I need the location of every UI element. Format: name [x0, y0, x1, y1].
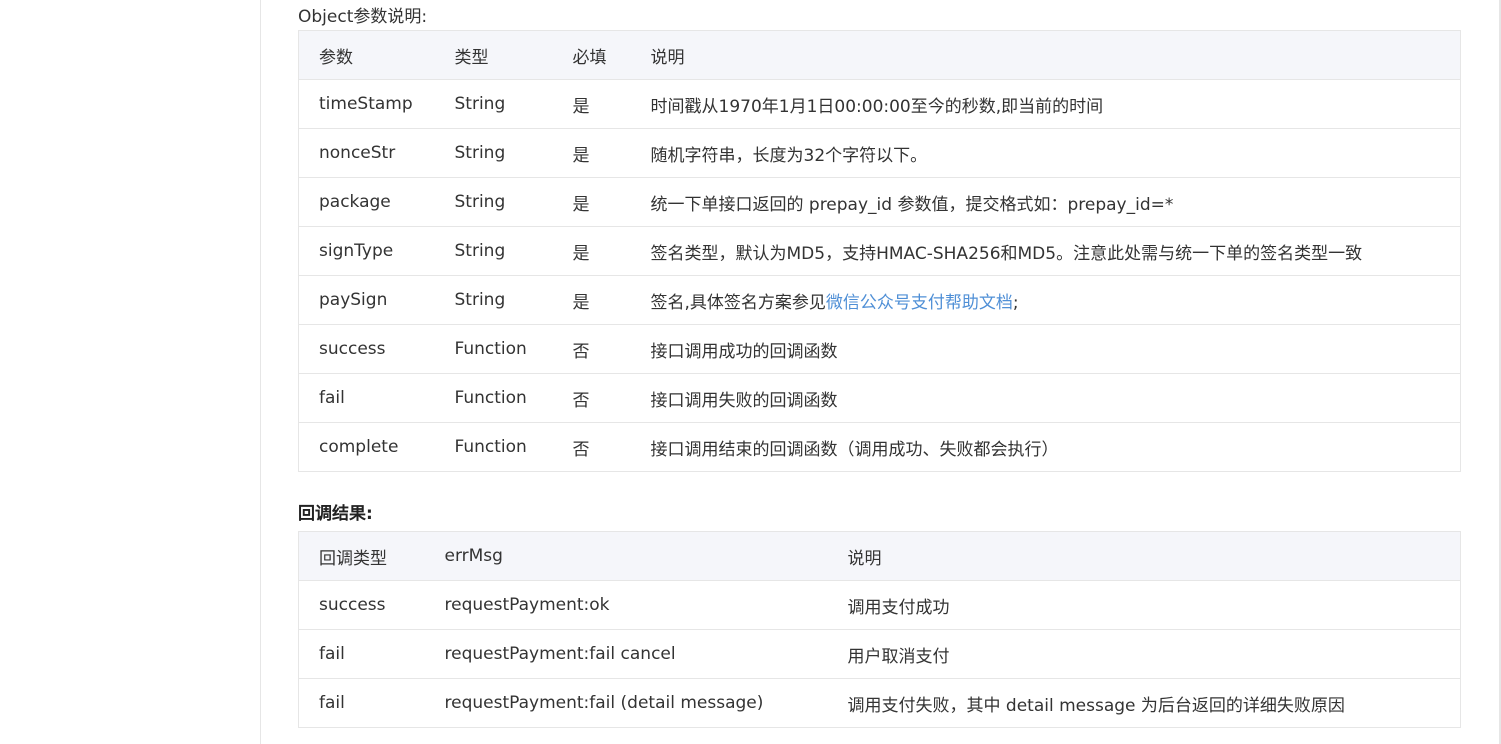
- column-header-required: 必填: [552, 30, 631, 80]
- param-required: 否: [552, 324, 631, 374]
- callback-results-title: 回调结果:: [298, 504, 373, 524]
- description-text: 签名,具体签名方案参见: [650, 292, 826, 313]
- param-required: 是: [552, 177, 631, 227]
- param-type: Function: [434, 324, 553, 374]
- param-required: 是: [552, 128, 631, 178]
- table-row: signType String 是 签名类型，默认为MD5，支持HMAC-SHA…: [298, 226, 1461, 276]
- table-row: success Function 否 接口调用成功的回调函数: [298, 324, 1461, 374]
- table-row: timeStamp String 是 时间戳从1970年1月1日00:00:00…: [298, 79, 1461, 129]
- callback-results-table: 回调类型 errMsg 说明 success requestPayment:ok…: [298, 531, 1461, 728]
- param-name: paySign: [298, 275, 435, 325]
- table-row: fail requestPayment:fail cancel 用户取消支付: [298, 629, 1461, 679]
- param-required: 否: [552, 373, 631, 423]
- param-required: 是: [552, 275, 631, 325]
- column-header-param: 参数: [298, 30, 435, 80]
- param-type: String: [434, 275, 553, 325]
- param-name: nonceStr: [298, 128, 435, 178]
- param-description: 接口调用结束的回调函数（调用成功、失败都会执行）: [630, 422, 1461, 472]
- column-header-description: 说明: [630, 30, 1461, 80]
- callback-type: success: [298, 580, 425, 630]
- param-required: 是: [552, 79, 631, 129]
- object-params-title: Object参数说明:: [298, 7, 428, 27]
- param-name: fail: [298, 373, 435, 423]
- column-header-description: 说明: [827, 531, 1461, 581]
- object-params-table: 参数 类型 必填 说明 timeStamp String 是 时间戳从1970年…: [298, 30, 1461, 472]
- table-row: nonceStr String 是 随机字符串，长度为32个字符以下。: [298, 128, 1461, 178]
- table-row: success requestPayment:ok 调用支付成功: [298, 580, 1461, 630]
- param-type: String: [434, 177, 553, 227]
- param-description: 签名类型，默认为MD5，支持HMAC-SHA256和MD5。注意此处需与统一下单…: [630, 226, 1461, 276]
- wechat-pay-help-doc-link[interactable]: 微信公众号支付帮助文档: [826, 293, 1013, 313]
- param-name: package: [298, 177, 435, 227]
- callback-errmsg: requestPayment:ok: [424, 580, 828, 630]
- param-required: 是: [552, 226, 631, 276]
- callback-description: 用户取消支付: [827, 629, 1461, 679]
- param-description: 签名,具体签名方案参见微信公众号支付帮助文档;: [630, 275, 1461, 325]
- param-description: 时间戳从1970年1月1日00:00:00至今的秒数,即当前的时间: [630, 79, 1461, 129]
- column-header-type: 类型: [434, 30, 553, 80]
- column-header-errmsg: errMsg: [424, 531, 828, 581]
- left-sidebar: [0, 0, 261, 744]
- table-row: paySign String 是 签名,具体签名方案参见微信公众号支付帮助文档;: [298, 275, 1461, 325]
- param-type: String: [434, 128, 553, 178]
- param-description: 接口调用成功的回调函数: [630, 324, 1461, 374]
- param-type: String: [434, 79, 553, 129]
- table-row: fail requestPayment:fail (detail message…: [298, 678, 1461, 728]
- callback-type: fail: [298, 629, 425, 679]
- param-type: Function: [434, 373, 553, 423]
- table-header-row: 参数 类型 必填 说明: [298, 30, 1461, 80]
- description-suffix: ;: [1012, 292, 1019, 313]
- doc-content: Object参数说明: 参数 类型 必填 说明 timeStamp String…: [298, 0, 1461, 728]
- param-name: complete: [298, 422, 435, 472]
- param-description: 统一下单接口返回的 prepay_id 参数值，提交格式如：prepay_id=…: [630, 177, 1461, 227]
- param-name: signType: [298, 226, 435, 276]
- callback-description: 调用支付成功: [827, 580, 1461, 630]
- param-name: timeStamp: [298, 79, 435, 129]
- callback-errmsg: requestPayment:fail (detail message): [424, 678, 828, 728]
- param-name: success: [298, 324, 435, 374]
- column-header-callback-type: 回调类型: [298, 531, 425, 581]
- callback-errmsg: requestPayment:fail cancel: [424, 629, 828, 679]
- table-row: package String 是 统一下单接口返回的 prepay_id 参数值…: [298, 177, 1461, 227]
- table-row: complete Function 否 接口调用结束的回调函数（调用成功、失败都…: [298, 422, 1461, 472]
- table-row: fail Function 否 接口调用失败的回调函数: [298, 373, 1461, 423]
- param-description: 随机字符串，长度为32个字符以下。: [630, 128, 1461, 178]
- table-header-row: 回调类型 errMsg 说明: [298, 531, 1461, 581]
- param-required: 否: [552, 422, 631, 472]
- callback-description: 调用支付失败，其中 detail message 为后台返回的详细失败原因: [827, 678, 1461, 728]
- param-description: 接口调用失败的回调函数: [630, 373, 1461, 423]
- param-type: Function: [434, 422, 553, 472]
- callback-type: fail: [298, 678, 425, 728]
- param-type: String: [434, 226, 553, 276]
